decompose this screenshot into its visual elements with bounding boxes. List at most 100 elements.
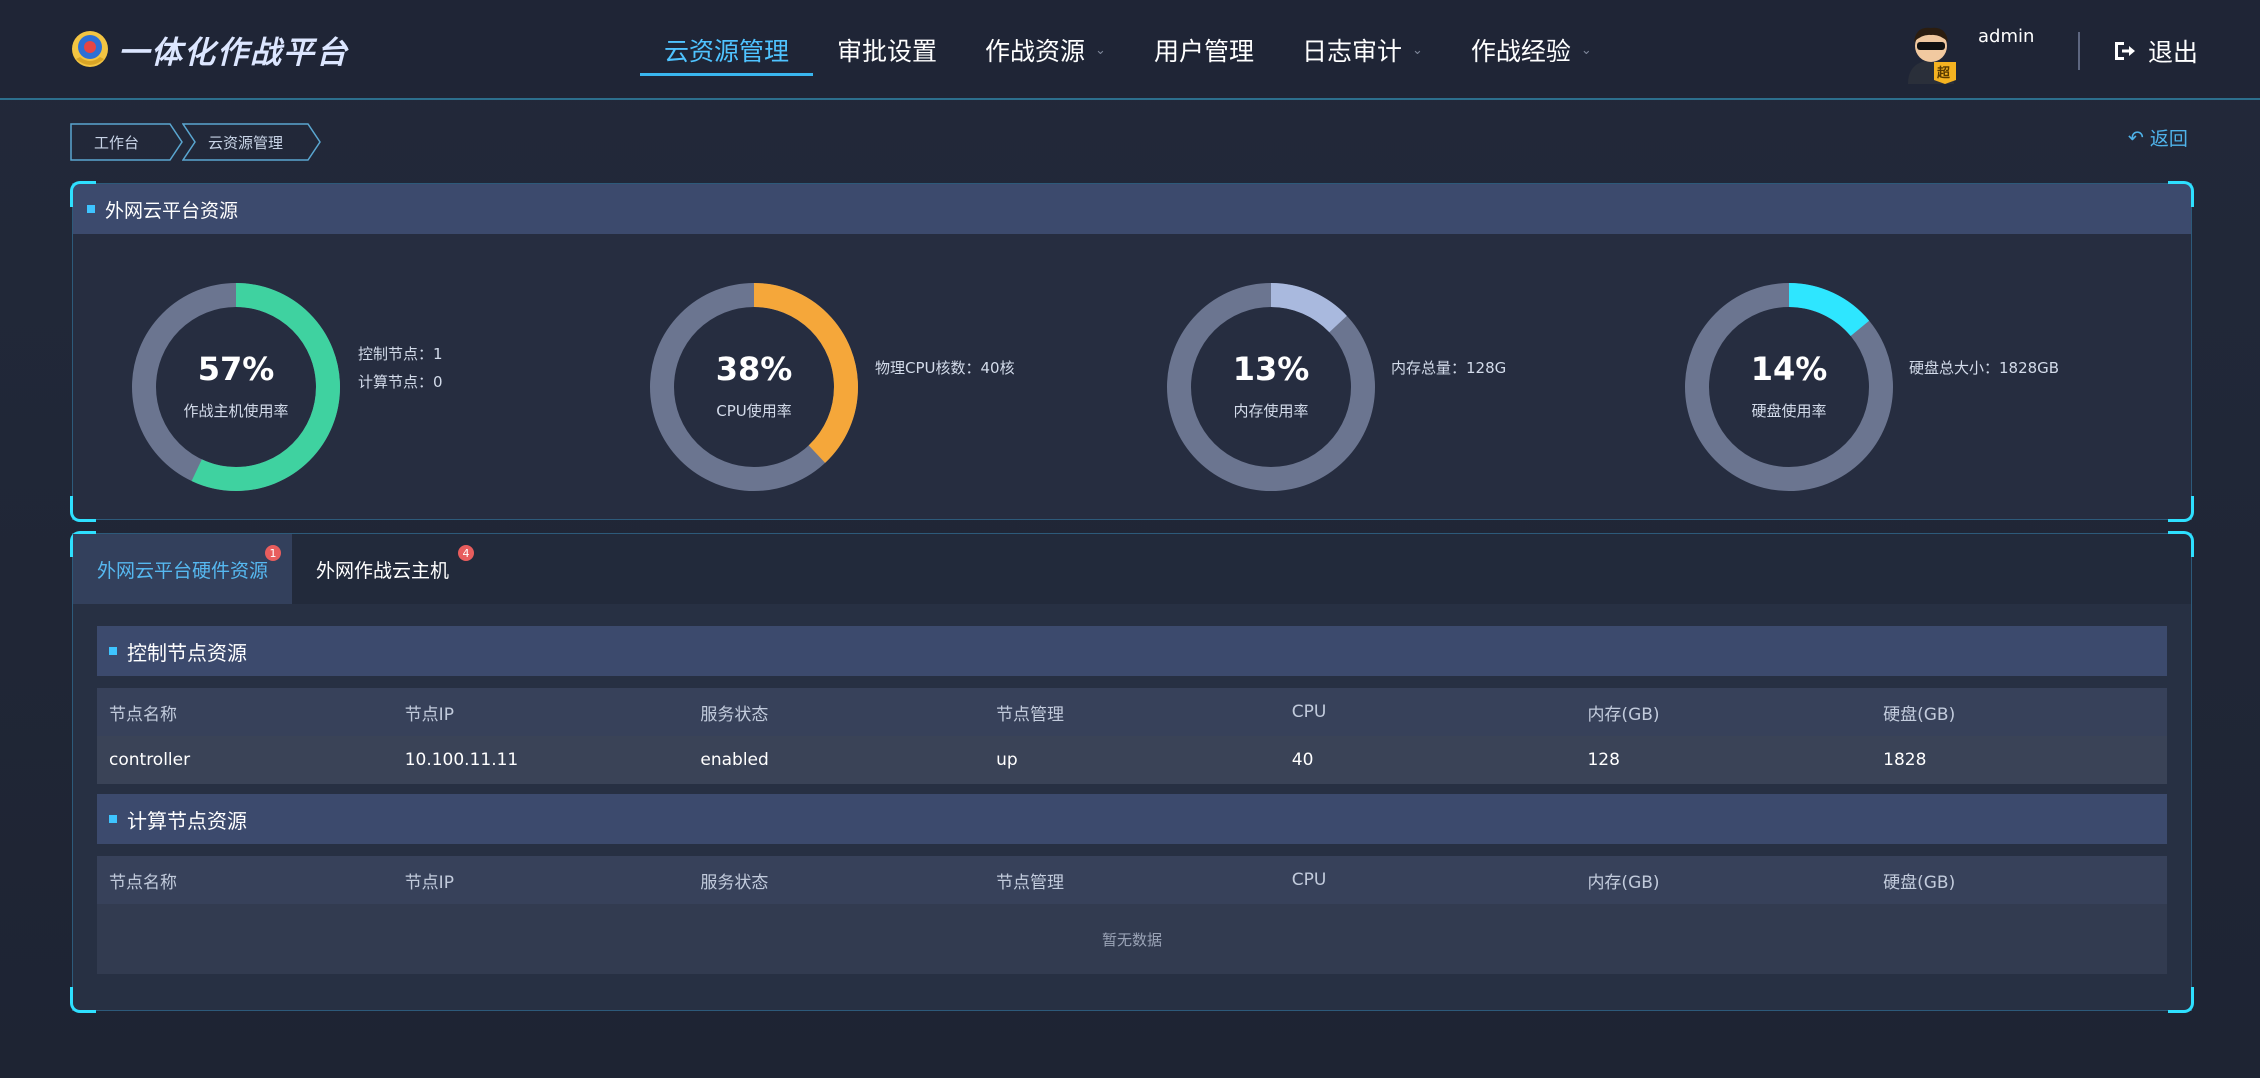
overview-title: 外网云平台资源 [73, 184, 2191, 234]
compute-nodes-table: 节点名称 节点IP 服务状态 节点管理 CPU 内存(GB) 硬盘(GB) 暂无… [97, 856, 2167, 974]
table-header-row: 节点名称 节点IP 服务状态 节点管理 CPU 内存(GB) 硬盘(GB) [97, 688, 2167, 736]
column-header[interactable]: 节点名称 [97, 868, 393, 893]
tab-cloud-hosts[interactable]: 外网作战云主机 4 [292, 534, 475, 604]
nav-user-management[interactable]: 用户管理 [1130, 24, 1278, 76]
breadcrumb: 工作台 云资源管理 [70, 123, 322, 161]
column-header[interactable]: 服务状态 [688, 700, 984, 725]
table-cell: 10.100.11.11 [404, 750, 519, 770]
column-header[interactable]: 节点管理 [984, 868, 1280, 893]
table-cell: up [996, 750, 1018, 770]
cpu-usage-gauge: 38% CPU使用率 [639, 272, 869, 502]
overview-title-text: 外网云平台资源 [105, 199, 239, 222]
back-label: 返回 [2149, 128, 2188, 150]
table-cell: 40 [1291, 750, 1314, 770]
frame-corner [70, 181, 96, 207]
gauge-info: 内存总量：128G [1391, 354, 1506, 382]
header-divider [2078, 32, 2080, 70]
frame-corner [2168, 181, 2194, 207]
app-logo[interactable]: 一体化作战平台 [70, 26, 349, 72]
gauge-info: 物理CPU核数：40核 [875, 354, 1015, 382]
nav-label: 云资源管理 [664, 37, 790, 66]
resource-tabs: 外网云平台硬件资源 1 外网作战云主机 4 [73, 534, 2191, 604]
column-header[interactable]: 硬盘(GB) [1871, 700, 2167, 725]
nav-label: 作战经验 [1470, 37, 1571, 66]
logout-icon [2115, 42, 2135, 60]
logout-button[interactable]: 退出 [2112, 32, 2198, 70]
column-header[interactable]: 节点名称 [97, 700, 393, 725]
nav-approval-settings[interactable]: 审批设置 [813, 24, 961, 76]
role-badge: 超 [1937, 66, 1951, 81]
disk-usage-gauge: 14% 硬盘使用率 [1674, 272, 1904, 502]
resources-panel: 外网云平台硬件资源 1 外网作战云主机 4 控制节点资源 节点名称 节点IP 服… [70, 531, 2194, 1013]
nav-label: 作战资源 [985, 37, 1086, 66]
gauge-label: 内存使用率 [1233, 402, 1309, 420]
tab-label: 外网云平台硬件资源 [97, 559, 269, 582]
gauge-info-line: 内存总量：128G [1391, 359, 1507, 377]
nav-label: 日志审计 [1301, 37, 1402, 66]
back-button[interactable]: ↶ 返回 [2128, 124, 2188, 151]
count-badge: 4 [458, 545, 475, 561]
chevron-down-icon: ⌄ [1095, 42, 1106, 58]
gauge-value: 38% [715, 350, 793, 388]
top-header: 一体化作战平台 云资源管理 审批设置 作战资源 ⌄ 用户管理 日志审计 ⌄ 作战… [0, 0, 2260, 100]
memory-usage-gauge: 13% 内存使用率 [1156, 272, 1386, 502]
column-header[interactable]: 节点IP [393, 700, 689, 725]
chevron-down-icon: ⌄ [1580, 42, 1592, 58]
police-emblem-icon [70, 29, 110, 69]
column-header[interactable]: 内存(GB) [1575, 700, 1871, 725]
table-cell: 128 [1587, 750, 1620, 770]
table-cell: 1828 [1883, 750, 1927, 770]
column-header[interactable]: 硬盘(GB) [1871, 868, 2167, 893]
column-header[interactable]: 内存(GB) [1575, 868, 1871, 893]
control-nodes-table: 节点名称 节点IP 服务状态 节点管理 CPU 内存(GB) 硬盘(GB) co… [97, 688, 2167, 784]
table-cell: enabled [700, 750, 769, 770]
gauge-info: 硬盘总大小：1828GB [1909, 354, 2059, 382]
main-nav: 云资源管理 审批设置 作战资源 ⌄ 用户管理 日志审计 ⌄ 作战经验 ⌄ [640, 24, 1616, 76]
nav-combat-experience[interactable]: 作战经验 ⌄ [1447, 24, 1616, 76]
gauge-value: 14% [1750, 350, 1828, 388]
column-header[interactable]: 节点IP [393, 868, 689, 893]
logout-label: 退出 [2148, 38, 2199, 67]
gauge-label: CPU使用率 [716, 402, 792, 420]
tab-hardware-resources[interactable]: 外网云平台硬件资源 1 [73, 534, 293, 604]
frame-corner [2168, 496, 2194, 522]
gauge-value: 13% [1232, 350, 1310, 388]
count-badge: 1 [265, 545, 281, 561]
app-title: 一体化作战平台 [118, 34, 349, 71]
table-header-row: 节点名称 节点IP 服务状态 节点管理 CPU 内存(GB) 硬盘(GB) [97, 856, 2167, 904]
compute-nodes-title: 计算节点资源 [97, 794, 2167, 844]
gauge-info-line: 硬盘总大小：1828GB [1909, 359, 2060, 377]
gauge-info: 控制节点：1 计算节点：0 [358, 340, 443, 396]
breadcrumb-item-cloud[interactable]: 云资源管理 [182, 123, 322, 161]
gauge-info-line: 物理CPU核数：40核 [875, 359, 1015, 377]
breadcrumb-label: 工作台 [94, 133, 140, 152]
gauge-label: 作战主机使用率 [183, 402, 289, 420]
table-row[interactable]: controller 10.100.11.11 enabled up 40 12… [97, 736, 2167, 784]
chevron-down-icon: ⌄ [1411, 42, 1423, 58]
column-header[interactable]: CPU [1280, 870, 1576, 890]
gauge-label: 硬盘使用率 [1751, 402, 1827, 420]
table-cell: controller [109, 750, 191, 770]
host-usage-gauge: 57% 作战主机使用率 [121, 272, 351, 502]
back-arrow-icon: ↶ [2128, 126, 2144, 149]
breadcrumb-label: 云资源管理 [208, 133, 284, 152]
breadcrumb-item-workbench[interactable]: 工作台 [70, 123, 184, 161]
frame-corner [70, 496, 96, 522]
column-header[interactable]: CPU [1280, 702, 1576, 722]
gauge-info-line: 计算节点：0 [358, 373, 443, 391]
column-header[interactable]: 节点管理 [984, 700, 1280, 725]
empty-state: 暂无数据 [97, 904, 2167, 974]
frame-corner [70, 987, 96, 1013]
nav-cloud-resources[interactable]: 云资源管理 [640, 24, 814, 76]
nav-log-audit[interactable]: 日志审计 ⌄ [1278, 24, 1447, 76]
square-bullet-icon [109, 647, 117, 655]
gauge-info-line: 控制节点：1 [358, 345, 443, 363]
section-title-text: 计算节点资源 [127, 808, 247, 833]
username: admin [1978, 26, 2035, 47]
square-bullet-icon [109, 815, 117, 823]
frame-corner [2168, 987, 2194, 1013]
nav-label: 用户管理 [1153, 37, 1254, 66]
column-header[interactable]: 服务状态 [688, 868, 984, 893]
avatar[interactable]: 超 [1900, 22, 1962, 84]
nav-combat-resources[interactable]: 作战资源 ⌄ [961, 24, 1130, 76]
